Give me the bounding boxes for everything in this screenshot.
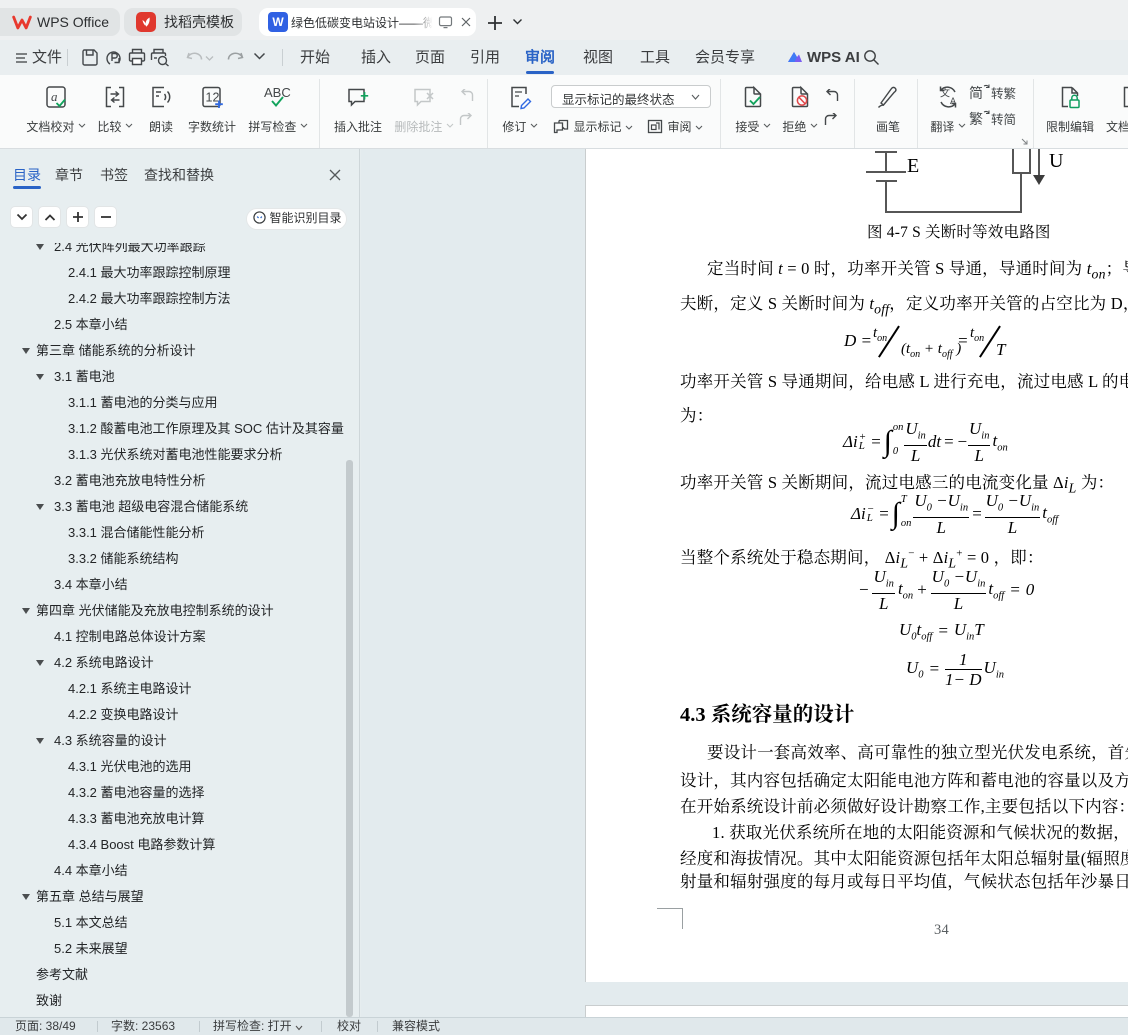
svg-text:ABC: ABC [264, 85, 291, 100]
svg-text:12: 12 [206, 91, 220, 105]
svg-text:A: A [950, 96, 956, 106]
svg-text:a: a [51, 89, 58, 104]
svg-text:文: 文 [940, 87, 950, 100]
